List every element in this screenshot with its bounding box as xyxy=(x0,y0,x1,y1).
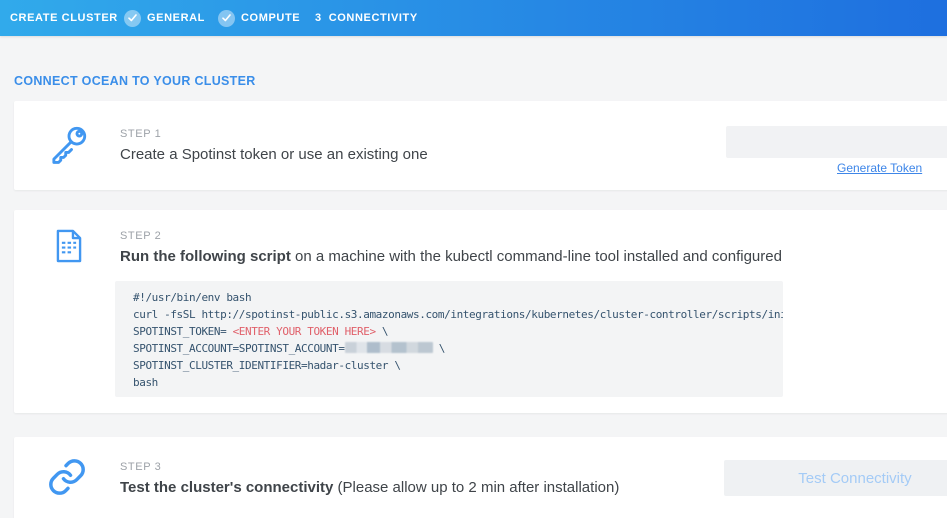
install-script-code-block[interactable]: #!/usr/bin/env bash curl -fsSL http://sp… xyxy=(115,281,783,397)
step3-title-rest: (Please allow up to 2 min after installa… xyxy=(333,479,619,496)
token-input[interactable] xyxy=(726,126,947,158)
wizard-step-compute[interactable]: COMPUTE xyxy=(218,0,300,36)
check-circle-icon xyxy=(218,10,235,27)
code-line-shebang: #!/usr/bin/env bash xyxy=(133,289,771,306)
step1-card: STEP 1 Create a Spotinst token or use an… xyxy=(14,101,947,190)
wizard-title: CREATE CLUSTER xyxy=(10,0,118,36)
step2-title: Run the following script on a machine wi… xyxy=(120,248,782,265)
step3-title: Test the cluster's connectivity (Please … xyxy=(120,479,619,496)
wizard-step-label: CONNECTIVITY xyxy=(329,12,418,24)
code-line-cluster-identifier: SPOTINST_CLUSTER_IDENTIFIER=hadar-cluste… xyxy=(133,357,771,374)
step2-label: STEP 2 xyxy=(120,230,161,242)
token-placeholder-text: <ENTER YOUR TOKEN HERE> xyxy=(233,325,376,338)
code-line-token: SPOTINST_TOKEN= <ENTER YOUR TOKEN HERE> … xyxy=(133,323,771,340)
redacted-account-id xyxy=(345,342,433,353)
step2-title-bold: Run the following script xyxy=(120,248,291,265)
test-connectivity-button[interactable]: Test Connectivity xyxy=(724,460,947,496)
code-line-account: SPOTINST_ACCOUNT=SPOTINST_ACCOUNT= \ xyxy=(133,340,771,357)
key-icon xyxy=(46,121,92,167)
step3-card: STEP 3 Test the cluster's connectivity (… xyxy=(14,437,947,518)
step1-label: STEP 1 xyxy=(120,128,161,140)
page-title: CONNECT OCEAN TO YOUR CLUSTER xyxy=(14,74,256,88)
step2-card: STEP 2 Run the following script on a mac… xyxy=(14,210,947,413)
code-line-bash: bash xyxy=(133,374,771,391)
wizard-step-number: 3 xyxy=(315,12,322,24)
script-icon xyxy=(50,227,88,265)
check-circle-icon xyxy=(124,10,141,27)
step3-title-bold: Test the cluster's connectivity xyxy=(120,479,333,496)
wizard-step-connectivity[interactable]: 3 CONNECTIVITY xyxy=(315,0,418,36)
link-icon xyxy=(46,456,88,498)
wizard-header-bar: CREATE CLUSTER GENERAL COMPUTE 3 CONNECT… xyxy=(0,0,947,36)
code-line-curl: curl -fsSL http://spotinst-public.s3.ama… xyxy=(133,306,771,323)
step3-label: STEP 3 xyxy=(120,461,161,473)
wizard-step-label: COMPUTE xyxy=(241,12,300,24)
step1-title: Create a Spotinst token or use an existi… xyxy=(120,146,428,163)
wizard-step-label: GENERAL xyxy=(147,12,205,24)
wizard-step-general[interactable]: GENERAL xyxy=(124,0,205,36)
generate-token-link[interactable]: Generate Token xyxy=(837,161,922,175)
step2-title-rest: on a machine with the kubectl command-li… xyxy=(291,248,782,265)
